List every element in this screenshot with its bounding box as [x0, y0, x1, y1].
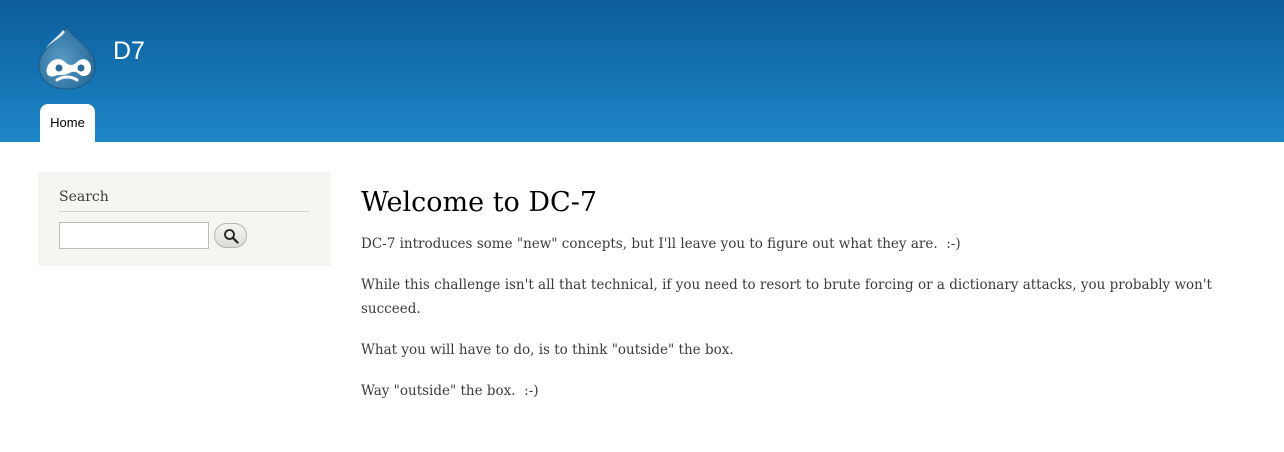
content-paragraph: DC-7 introduces some "new" concepts, but… [361, 236, 961, 252]
content-paragraph: What you will have to do, is to think "o… [361, 342, 734, 358]
sidebar-search-block: Search [38, 172, 331, 266]
tab-home[interactable]: Home [40, 104, 95, 142]
magnifier-icon [223, 228, 239, 244]
main-content: Welcome to DC-7 DC-7 introduces some "ne… [361, 184, 1261, 420]
content-paragraph: Way "outside" the box. :-) [361, 383, 539, 399]
site-logo[interactable] [37, 24, 97, 90]
page-title: Welcome to DC-7 [361, 187, 597, 218]
main-menu: Home [40, 104, 95, 142]
drupal-drop-icon [38, 24, 96, 90]
content-paragraph: While this challenge isn't all that tech… [361, 277, 1217, 317]
site-name[interactable]: D7 [113, 36, 145, 66]
search-form [59, 222, 310, 249]
search-button[interactable] [214, 223, 247, 248]
search-block-title: Search [59, 189, 309, 212]
search-input[interactable] [59, 222, 209, 249]
site-header: D7 Home [0, 0, 1284, 142]
